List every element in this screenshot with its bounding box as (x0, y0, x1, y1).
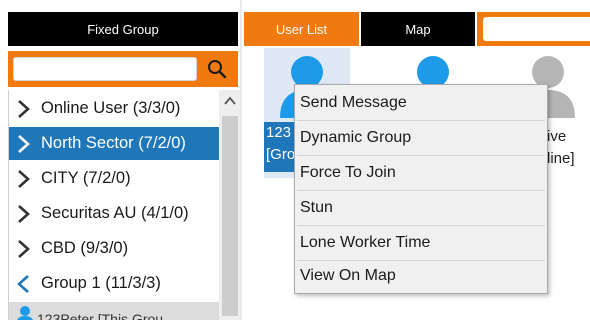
tree-item-cbd[interactable]: CBD (9/3/0) (9, 232, 219, 265)
tree-item-label: Group 1 (11/3/3) (41, 274, 161, 292)
group-search-bar (8, 51, 238, 87)
panel-divider[interactable] (240, 0, 242, 320)
menu-item-dynamic-group[interactable]: Dynamic Group (295, 121, 547, 155)
tree-item-label: Securitas AU (4/1/0) (41, 204, 189, 222)
menu-item-send-message[interactable]: Send Message (295, 86, 547, 120)
menu-item-lone-worker-time[interactable]: Lone Worker Time (295, 226, 547, 260)
menu-item-label: Dynamic Group (300, 129, 412, 146)
tree-item-online-user[interactable]: Online User (3/3/0) (9, 92, 219, 125)
user-tile-status: line] (547, 150, 575, 167)
group-tree: Online User (3/3/0) North Sector (7/2/0)… (8, 90, 240, 320)
chevron-right-icon[interactable] (13, 168, 35, 190)
tree-item-label: 123Peter [This Grou (37, 310, 164, 320)
chevron-right-icon[interactable] (13, 203, 35, 225)
tree-item-north-sector[interactable]: North Sector (7/2/0) (9, 127, 219, 160)
tree-item-securitas-au[interactable]: Securitas AU (4/1/0) (9, 197, 219, 230)
user-tile-name: ive (547, 128, 567, 145)
user-avatar-icon (17, 306, 33, 320)
user-tile-label: ive line] (547, 126, 575, 170)
chevron-right-icon[interactable] (13, 133, 35, 155)
tree-scrollbar[interactable] (219, 90, 240, 320)
tree-item-label: CBD (9/3/0) (41, 239, 129, 257)
tree-item-group-1[interactable]: Group 1 (11/3/3) (9, 267, 219, 300)
tree-item-label: North Sector (7/2/0) (41, 134, 186, 152)
menu-item-label: View On Map (300, 267, 396, 284)
menu-item-label: Stun (300, 199, 333, 216)
user-context-menu: Send Message Dynamic Group Force To Join… (294, 84, 548, 294)
menu-item-label: Force To Join (300, 164, 396, 181)
search-icon (208, 60, 227, 79)
menu-item-stun[interactable]: Stun (295, 191, 547, 225)
group-search-input[interactable] (13, 57, 197, 81)
chevron-right-icon[interactable] (13, 238, 35, 260)
menu-item-label: Lone Worker Time (300, 234, 431, 251)
tree-item-label: Online User (3/3/0) (41, 99, 181, 117)
fixed-group-header[interactable]: Fixed Group (8, 12, 238, 46)
user-search-bar (477, 12, 590, 46)
chevron-right-icon[interactable] (13, 98, 35, 120)
chevron-left-icon[interactable] (13, 273, 35, 295)
tab-user-list[interactable]: User List (244, 12, 359, 46)
tab-label: Map (405, 21, 431, 37)
group-search-button[interactable] (203, 56, 231, 82)
menu-item-force-to-join[interactable]: Force To Join (295, 156, 547, 190)
menu-item-label: Send Message (300, 94, 407, 111)
tree-item-city[interactable]: CITY (7/2/0) (9, 162, 219, 195)
user-search-input[interactable] (483, 17, 590, 41)
tab-map[interactable]: Map (361, 12, 475, 46)
scroll-thumb[interactable] (222, 116, 238, 316)
tree-item-user-123peter[interactable]: 123Peter [This Grou (9, 302, 219, 320)
tree-item-label: CITY (7/2/0) (41, 169, 131, 187)
menu-item-view-on-map[interactable]: View On Map (295, 259, 547, 293)
tab-label: User List (275, 21, 328, 37)
group-panel: Fixed Group Online User (3/3/0) North Se… (0, 0, 240, 320)
fixed-group-title: Fixed Group (87, 21, 159, 37)
chevron-up-icon (224, 96, 236, 105)
scroll-up-button[interactable] (219, 90, 240, 112)
